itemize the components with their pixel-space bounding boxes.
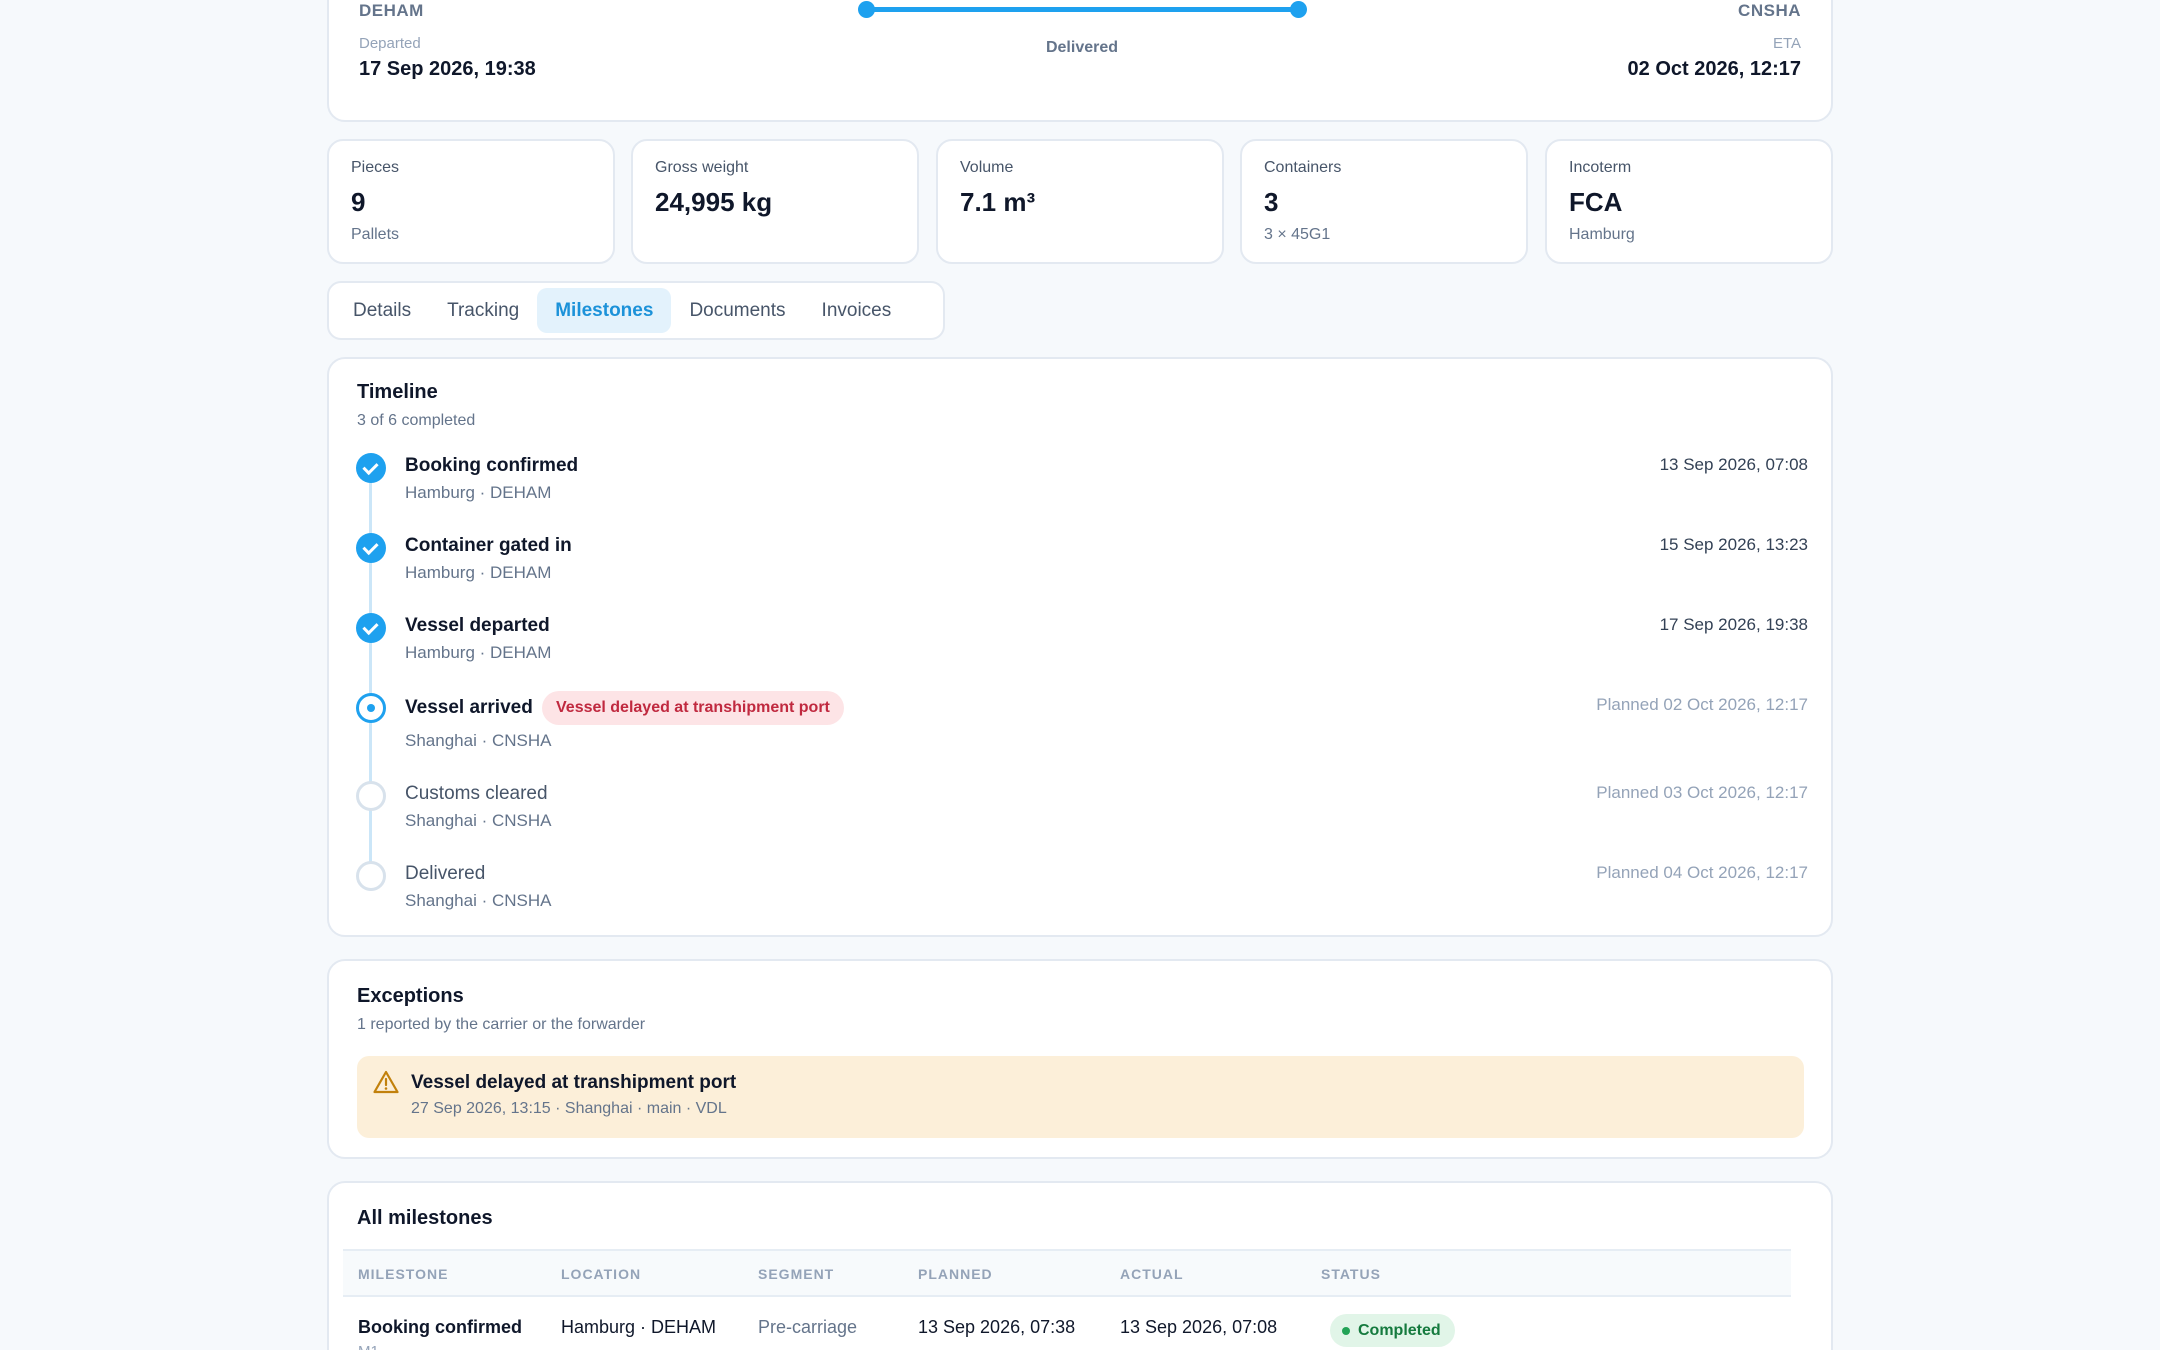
milestone-name: Customs cleared bbox=[405, 783, 548, 804]
tab-documents[interactable]: Documents bbox=[671, 288, 803, 333]
empty-circle-icon bbox=[356, 861, 386, 891]
status-dot-icon bbox=[1342, 1326, 1350, 1335]
cell-milestone: Booking confirmed bbox=[358, 1317, 523, 1337]
warning-triangle-icon bbox=[373, 1070, 399, 1094]
timeline-item: Vessel departed Hamburg · DEHAM 17 Sep 2… bbox=[329, 607, 1835, 677]
milestone-date: 17 Sep 2026, 19:38 bbox=[1659, 615, 1808, 634]
stat-card-incoterm: Incoterm FCA Hamburg bbox=[1545, 139, 1833, 264]
shipment-stats: Pieces 9 Pallets Gross weight 24,995 kg … bbox=[327, 139, 1833, 264]
route-progress-bar bbox=[866, 7, 1298, 12]
stat-value: 24,995 kg bbox=[655, 187, 773, 217]
exceptions-title: Exceptions bbox=[357, 985, 464, 1007]
milestone-location: Hamburg · DEHAM bbox=[405, 563, 552, 582]
status-label: Completed bbox=[1358, 1321, 1441, 1339]
departed-label: Departed bbox=[359, 35, 421, 52]
origin-dot bbox=[858, 1, 875, 18]
milestone-name: Vessel arrived bbox=[405, 697, 533, 718]
detail-tabs: Details Tracking Milestones Documents In… bbox=[327, 281, 945, 340]
stat-card-pieces: Pieces 9 Pallets bbox=[327, 139, 615, 264]
status-badge: Completed bbox=[1330, 1314, 1455, 1347]
stat-sub: Pallets bbox=[351, 226, 400, 243]
route-status: Delivered bbox=[1045, 39, 1119, 56]
milestone-date: 13 Sep 2026, 07:08 bbox=[1659, 455, 1808, 474]
exception-meta: 27 Sep 2026, 13:15 · Shanghai · main · V… bbox=[411, 1100, 727, 1117]
cell-location: Hamburg · DEHAM bbox=[561, 1317, 717, 1337]
check-circle-icon bbox=[356, 453, 386, 483]
cell-planned: 13 Sep 2026, 07:38 bbox=[918, 1317, 1076, 1337]
exception-item[interactable]: Vessel delayed at transhipment port 27 S… bbox=[357, 1056, 1804, 1138]
stat-value: 9 bbox=[351, 187, 366, 217]
all-milestones-panel: All milestones MILESTONE LOCATION SEGMEN… bbox=[327, 1181, 1833, 1350]
milestone-location: Hamburg · DEHAM bbox=[405, 643, 552, 662]
exceptions-subtitle: 1 reported by the carrier or the forward… bbox=[357, 1016, 646, 1033]
milestone-date: 15 Sep 2026, 13:23 bbox=[1659, 535, 1808, 554]
timeline-item: Customs cleared Shanghai · CNSHA Planned… bbox=[329, 775, 1835, 845]
milestone-date: Planned 02 Oct 2026, 12:17 bbox=[1596, 695, 1808, 714]
check-circle-icon bbox=[356, 613, 386, 643]
column-header-segment: SEGMENT bbox=[758, 1266, 835, 1282]
tab-milestones[interactable]: Milestones bbox=[537, 288, 672, 333]
timeline-item: Container gated in Hamburg · DEHAM 15 Se… bbox=[329, 527, 1835, 597]
stat-card-containers: Containers 3 3 × 45G1 bbox=[1240, 139, 1528, 264]
column-header-planned: PLANNED bbox=[918, 1266, 993, 1282]
column-header-actual: ACTUAL bbox=[1120, 1266, 1184, 1282]
exceptions-panel: Exceptions 1 reported by the carrier or … bbox=[327, 959, 1833, 1159]
exception-title: Vessel delayed at transhipment port bbox=[411, 1072, 737, 1093]
tab-details[interactable]: Details bbox=[335, 288, 429, 333]
stat-sub: Hamburg bbox=[1569, 226, 1635, 243]
column-header-location: LOCATION bbox=[561, 1266, 642, 1282]
eta-label: ETA bbox=[1772, 35, 1801, 52]
cell-milestone-code: M1 bbox=[358, 1343, 379, 1350]
check-circle-icon bbox=[356, 533, 386, 563]
milestone-name: Booking confirmed bbox=[405, 455, 579, 476]
stat-label: Volume bbox=[960, 159, 1014, 176]
stat-value: FCA bbox=[1569, 187, 1623, 217]
timeline-title: Timeline bbox=[357, 381, 438, 403]
table-header: MILESTONE LOCATION SEGMENT PLANNED ACTUA… bbox=[343, 1249, 1791, 1297]
timeline-item: Booking confirmed Hamburg · DEHAM 13 Sep… bbox=[329, 447, 1835, 517]
timeline-item: Delivered Shanghai · CNSHA Planned 04 Oc… bbox=[329, 855, 1835, 925]
milestone-date: Planned 03 Oct 2026, 12:17 bbox=[1596, 783, 1808, 802]
milestone-name: Vessel departed bbox=[405, 615, 550, 636]
cell-actual: 13 Sep 2026, 07:08 bbox=[1120, 1317, 1278, 1337]
stat-card-gross-weight: Gross weight 24,995 kg bbox=[631, 139, 919, 264]
destination-port-code: CNSHA bbox=[1738, 1, 1801, 20]
milestone-location: Shanghai · CNSHA bbox=[405, 811, 552, 830]
column-header-milestone: MILESTONE bbox=[358, 1266, 449, 1282]
stat-value: 3 bbox=[1264, 187, 1279, 217]
empty-circle-icon bbox=[356, 781, 386, 811]
timeline-item: Vessel arrived Vessel delayed at transhi… bbox=[329, 687, 1835, 773]
milestone-name: Container gated in bbox=[405, 535, 572, 556]
milestone-location: Hamburg · DEHAM bbox=[405, 483, 552, 502]
in-progress-circle-icon bbox=[356, 693, 386, 723]
stat-sub: 3 × 45G1 bbox=[1264, 226, 1331, 243]
timeline-panel: Timeline 3 of 6 completed Booking confir… bbox=[327, 357, 1833, 937]
timeline-subtitle: 3 of 6 completed bbox=[357, 412, 476, 429]
stat-label: Incoterm bbox=[1569, 159, 1632, 176]
cell-segment: Pre-carriage bbox=[758, 1317, 858, 1337]
tab-invoices[interactable]: Invoices bbox=[804, 288, 910, 333]
milestone-date: Planned 04 Oct 2026, 12:17 bbox=[1596, 863, 1808, 882]
route-card: DEHAM CNSHA Delivered Departed 17 Sep 20… bbox=[327, 0, 1833, 122]
departed-value: 17 Sep 2026, 19:38 bbox=[359, 58, 536, 80]
delay-badge: Vessel delayed at transhipment port bbox=[542, 691, 844, 725]
all-milestones-title: All milestones bbox=[357, 1207, 493, 1229]
tab-tracking[interactable]: Tracking bbox=[429, 288, 537, 333]
stat-label: Pieces bbox=[351, 159, 400, 176]
stat-label: Gross weight bbox=[655, 159, 749, 176]
column-header-status: STATUS bbox=[1321, 1266, 1381, 1282]
eta-value: 02 Oct 2026, 12:17 bbox=[1627, 58, 1801, 80]
stat-card-volume: Volume 7.1 m³ bbox=[936, 139, 1224, 264]
stat-label: Containers bbox=[1264, 159, 1342, 176]
milestone-name: Delivered bbox=[405, 863, 486, 884]
destination-dot bbox=[1290, 1, 1307, 18]
stat-value: 7.1 m³ bbox=[960, 187, 1036, 217]
milestone-location: Shanghai · CNSHA bbox=[405, 891, 552, 910]
origin-port-code: DEHAM bbox=[359, 1, 424, 20]
milestone-location: Shanghai · CNSHA bbox=[405, 731, 552, 750]
